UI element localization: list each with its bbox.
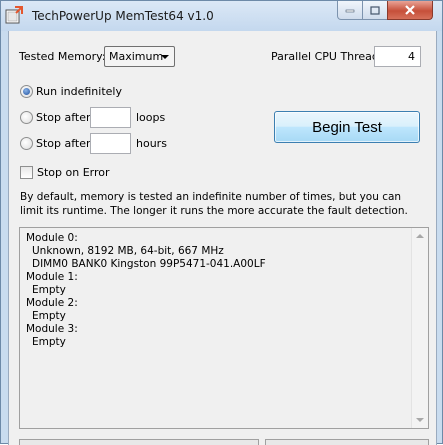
loops-label: loops (136, 111, 166, 124)
module-3-title: Module 3: (26, 323, 78, 335)
hours-input[interactable] (90, 133, 131, 154)
module-3-info: Empty (32, 336, 66, 348)
app-window: TechPowerUp MemTest64 v1.0 Tested Memory… (0, 0, 443, 445)
module-list[interactable]: Module 0: Unknown, 8192 MB, 64-bit, 667 … (19, 227, 429, 429)
run-indefinitely-label[interactable]: Run indefinitely (36, 85, 122, 98)
begin-test-button[interactable]: Begin Test (274, 111, 420, 143)
stop-after-loops-label[interactable]: Stop after (36, 111, 91, 124)
close-button[interactable] (387, 1, 433, 20)
module-0-info: Unknown, 8192 MB, 64-bit, 667 MHz (32, 245, 224, 257)
client-area: Tested Memory: Maximum Parallel CPU Thre… (8, 31, 437, 445)
stop-after-hours-label[interactable]: Stop after (36, 137, 91, 150)
stop-after-loops-radio[interactable] (20, 111, 33, 124)
tested-memory-label: Tested Memory: (19, 50, 106, 63)
minimize-icon (345, 9, 355, 13)
module-2-info: Empty (32, 310, 66, 322)
description-text: By default, memory is tested an indefini… (20, 191, 408, 217)
window-title: TechPowerUp MemTest64 v1.0 (32, 9, 214, 23)
module-list-scrollbar[interactable] (411, 228, 428, 428)
close-icon (405, 5, 415, 15)
stop-after-hours-radio[interactable] (20, 137, 33, 150)
scroll-up-icon[interactable] (416, 234, 424, 238)
stop-on-error-checkbox[interactable] (20, 166, 33, 179)
title-bar[interactable]: TechPowerUp MemTest64 v1.0 (1, 1, 442, 31)
module-0-part: DIMM0 BANK0 Kingston 99P5471-041.A00LF (32, 258, 266, 270)
hours-label: hours (136, 137, 167, 150)
module-1-title: Module 1: (26, 271, 78, 283)
progress-panel (19, 439, 259, 445)
module-2-title: Module 2: (26, 297, 78, 309)
minimize-button[interactable] (337, 1, 363, 20)
tested-memory-select[interactable]: Maximum (104, 46, 175, 67)
app-icon (5, 6, 23, 24)
module-0-title: Module 0: (26, 232, 78, 244)
maximize-icon (370, 5, 380, 15)
chevron-down-icon (161, 55, 169, 59)
scroll-down-icon[interactable] (416, 418, 424, 422)
maximize-button[interactable] (362, 1, 388, 20)
stop-on-error-label[interactable]: Stop on Error (37, 166, 110, 179)
status-panel (265, 439, 429, 445)
threads-label: Parallel CPU Threads: (271, 50, 389, 63)
loops-input[interactable] (90, 107, 131, 128)
tested-memory-value: Maximum (109, 50, 164, 63)
run-indefinitely-radio[interactable] (20, 85, 33, 98)
module-1-info: Empty (32, 284, 66, 296)
threads-input[interactable]: 4 (374, 46, 421, 67)
